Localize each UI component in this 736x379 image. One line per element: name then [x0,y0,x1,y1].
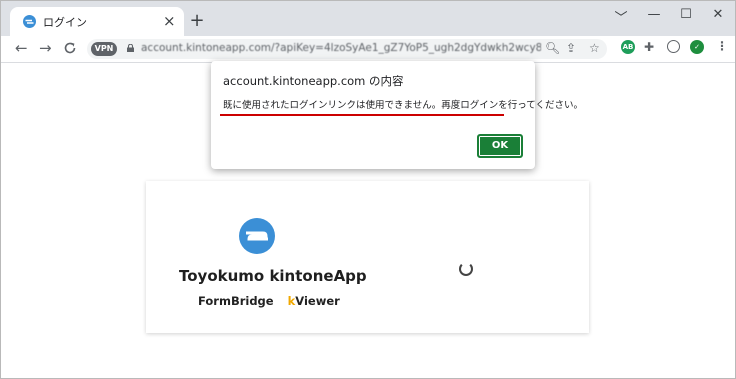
formbridge-label: FormBridge [198,294,274,308]
extensions-puzzle-icon[interactable]: ✚ [644,40,654,54]
minimize-button[interactable]: — [642,7,666,22]
browser-toolbar: ← → VPN account.kintoneapp.com/?apiKey=4… [1,36,735,63]
bookmark-star-icon[interactable]: ☆ [589,41,600,55]
more-menu-icon[interactable]: ⋮ [716,39,728,53]
forward-icon[interactable]: → [39,39,52,57]
kintoneapp-logo-icon [239,218,275,254]
ok-button[interactable]: OK [477,134,523,158]
shield-check-icon[interactable]: ✓ [690,40,704,54]
maximize-button[interactable]: ☐ [674,7,698,22]
profile-icon[interactable] [667,40,680,53]
kintoneapp-favicon-icon [23,15,36,28]
kviewer-label: Viewer [295,294,340,308]
loading-spinner [459,262,473,276]
vpn-badge[interactable]: VPN [91,42,117,56]
zoom-icon[interactable]: 🔍︎ [545,41,560,55]
tab-title: ログイン [43,16,87,29]
new-tab-button[interactable]: + [187,11,207,31]
red-underline-annotation [220,114,504,116]
dialog-message: 既に使用されたログインリンクは使用できません。再度ログインを行ってください。 [223,100,583,111]
reload-icon[interactable] [63,41,77,55]
lock-icon[interactable] [127,44,134,52]
app-name: Toyokumo kintoneApp [179,267,367,285]
back-icon[interactable]: ← [15,39,28,57]
login-card: Toyokumo kintoneApp FormBridge kViewer [146,181,589,333]
tab-search-icon[interactable]: ﹀ [609,7,633,26]
product-list: FormBridge kViewer [198,294,340,308]
tab-login[interactable]: ログイン × [10,7,184,36]
browser-window: ログイン × + ﹀ — ☐ ✕ ← → VPN account.kintone… [0,0,736,379]
dialog-title: account.kintoneapp.com の内容 [223,74,404,88]
tab-strip: ログイン × + ﹀ — ☐ ✕ [1,1,735,36]
share-icon[interactable]: ⇪ [566,41,576,55]
adblock-extension-icon[interactable]: AB [621,40,635,54]
alert-dialog: account.kintoneapp.com の内容 既に使用されたログインリン… [211,61,583,169]
address-bar[interactable]: VPN account.kintoneapp.com/?apiKey=4lzoS… [87,39,607,59]
close-window-button[interactable]: ✕ [706,7,730,22]
tab-close-icon[interactable]: × [163,11,176,31]
url-text: account.kintoneapp.com/?apiKey=4lzoSyAe1… [141,42,541,54]
page-content: Toyokumo kintoneApp FormBridge kViewer ac… [1,61,735,378]
